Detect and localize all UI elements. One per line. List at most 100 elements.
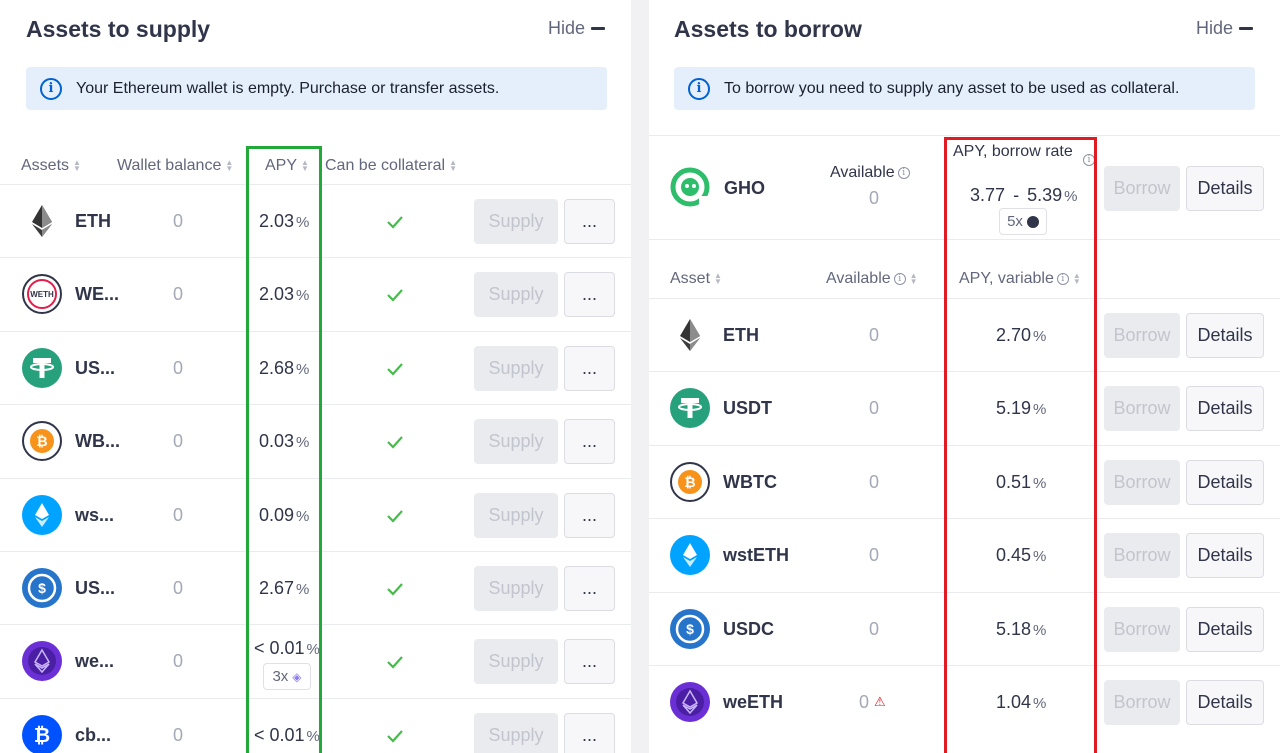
column-header-wallet-balance[interactable]: Wallet balance ▲ ▼ [117, 157, 233, 175]
borrow-hide-toggle[interactable]: Hide [1196, 18, 1254, 39]
eth-icon [669, 314, 711, 356]
details-button[interactable]: Details [1186, 166, 1264, 211]
borrow-button[interactable]: Borrow [1104, 533, 1180, 579]
more-options-button[interactable]: ... [564, 712, 615, 753]
more-options-button[interactable]: ... [564, 419, 615, 465]
column-header-asset[interactable]: Asset ▲ ▼ [670, 270, 722, 288]
check-icon [385, 285, 405, 305]
svg-text:$: $ [686, 621, 694, 637]
wallet-balance: 0 [173, 431, 184, 452]
supply-button[interactable]: Supply [474, 566, 558, 611]
supply-button[interactable]: Supply [474, 419, 558, 465]
more-options-button[interactable]: ... [564, 639, 615, 685]
weeth-icon [669, 681, 711, 723]
sort-icon: ▲ ▼ [225, 158, 234, 173]
incentive-badge[interactable]: 3x ◈ [263, 663, 311, 691]
info-icon: i [893, 273, 906, 285]
supply-hide-toggle[interactable]: Hide [548, 18, 606, 39]
borrow-button[interactable]: Borrow [1104, 166, 1180, 211]
column-header-apy[interactable]: APY ▲ ▼ [265, 157, 309, 175]
warning-icon[interactable]: ⚠ [874, 694, 886, 709]
info-icon: i [688, 77, 710, 100]
supply-apy: 2.67% [259, 578, 310, 598]
supply-button[interactable]: Supply [474, 272, 558, 318]
gho-discount-badge[interactable]: 5x [999, 208, 1047, 235]
borrow-button[interactable]: Borrow [1104, 313, 1180, 358]
supply-apy: 0.09% [259, 504, 310, 525]
details-button[interactable]: Details [1186, 680, 1264, 725]
supply-button[interactable]: Supply [474, 712, 558, 753]
sort-icon: ▲ ▼ [301, 158, 309, 173]
asset-symbol: ETH [75, 211, 111, 231]
details-button[interactable]: Details [1186, 313, 1264, 358]
available-amount: 0 [869, 471, 880, 492]
available-amount: 0 [869, 398, 880, 419]
more-options-button[interactable]: ... [564, 492, 615, 538]
supply-button[interactable]: Supply [474, 345, 558, 391]
supply-button[interactable]: Supply [474, 199, 558, 244]
assets-to-supply-panel: Assets to supply Hide i Your Ethereum wa… [0, 0, 631, 753]
gho-rate-label: APY, borrow rate [953, 143, 1073, 160]
info-icon[interactable]: i [897, 167, 910, 179]
supply-button[interactable]: Supply [474, 492, 558, 538]
info-icon[interactable]: i [1083, 154, 1095, 166]
gho-token-icon [1026, 215, 1039, 228]
supply-row: $ US... 0 2.67% Supply... [0, 551, 631, 625]
asset-symbol: US... [75, 578, 116, 598]
weeth-icon [21, 640, 63, 682]
borrow-button[interactable]: Borrow [1104, 459, 1180, 505]
panel-divider [631, 0, 649, 753]
usdc-icon: $ [669, 608, 711, 650]
supply-info-alert: i Your Ethereum wallet is empty. Purchas… [26, 67, 607, 110]
borrow-button[interactable]: Borrow [1104, 606, 1180, 652]
usdt-icon [21, 347, 63, 389]
details-button[interactable]: Details [1186, 386, 1264, 432]
details-button[interactable]: Details [1186, 533, 1264, 579]
supply-row: ETH 0 2.03% Supply... [0, 184, 631, 258]
check-icon [385, 652, 405, 672]
borrow-info-alert: i To borrow you need to supply any asset… [674, 67, 1255, 110]
more-options-button[interactable]: ... [564, 345, 615, 391]
more-options-button[interactable]: ... [564, 566, 615, 611]
check-icon [385, 212, 405, 232]
asset-symbol: ETH [723, 325, 759, 345]
sort-icon: ▲ ▼ [1072, 271, 1081, 286]
usdt-icon [669, 387, 711, 429]
wallet-balance: 0 [173, 578, 184, 598]
asset-symbol: WBTC [723, 471, 777, 492]
asset-symbol: USDT [723, 398, 772, 419]
column-header-can-be-collateral[interactable]: Can be collateral ▲ ▼ [325, 157, 457, 175]
asset-symbol: USDC [723, 618, 775, 639]
variable-apy: 0.45% [996, 545, 1047, 566]
borrow-button[interactable]: Borrow [1104, 680, 1180, 725]
details-button[interactable]: Details [1186, 459, 1264, 505]
more-options-button[interactable]: ... [564, 272, 615, 318]
supply-panel-title: Assets to supply [26, 16, 211, 42]
check-icon [385, 579, 405, 599]
borrow-button[interactable]: Borrow [1104, 386, 1180, 432]
wallet-balance: 0 [173, 724, 184, 745]
supply-button[interactable]: Supply [474, 639, 558, 685]
more-options-button[interactable]: ... [564, 199, 615, 244]
supply-row: US... 0 2.68% Supply... [0, 330, 631, 405]
variable-apy: 1.04% [996, 692, 1047, 712]
column-header-assets[interactable]: Assets ▲ ▼ [21, 157, 81, 175]
column-header-available[interactable]: Available i ▲ ▼ [826, 270, 918, 288]
weth-icon: WETH [21, 273, 63, 315]
wsteth-icon [669, 534, 711, 576]
variable-apy: 2.70% [996, 325, 1047, 345]
gho-rate-range: 3.77 - 5.39% [970, 185, 1078, 205]
sort-icon: ▲ ▼ [714, 271, 722, 286]
variable-apy: 0.51% [996, 471, 1047, 492]
column-header-apy-variable[interactable]: APY, variable i ▲ ▼ [959, 270, 1081, 288]
incentive-token-icon: ◈ [292, 669, 302, 684]
cbbtc-icon: ₿ [21, 714, 63, 753]
supply-alert-text: Your Ethereum wallet is empty. Purchase … [76, 79, 500, 97]
svg-text:₿: ₿ [36, 433, 47, 449]
asset-symbol: US... [75, 357, 116, 378]
supply-apy: 2.68% [259, 357, 310, 378]
supply-row: ₿ cb... 0 < 0.01% Supply... [0, 697, 631, 753]
asset-symbol: cb... [75, 724, 112, 745]
details-button[interactable]: Details [1186, 606, 1264, 652]
borrow-row: weETH 0 ⚠ 1.04% Borrow Details [649, 665, 1280, 739]
